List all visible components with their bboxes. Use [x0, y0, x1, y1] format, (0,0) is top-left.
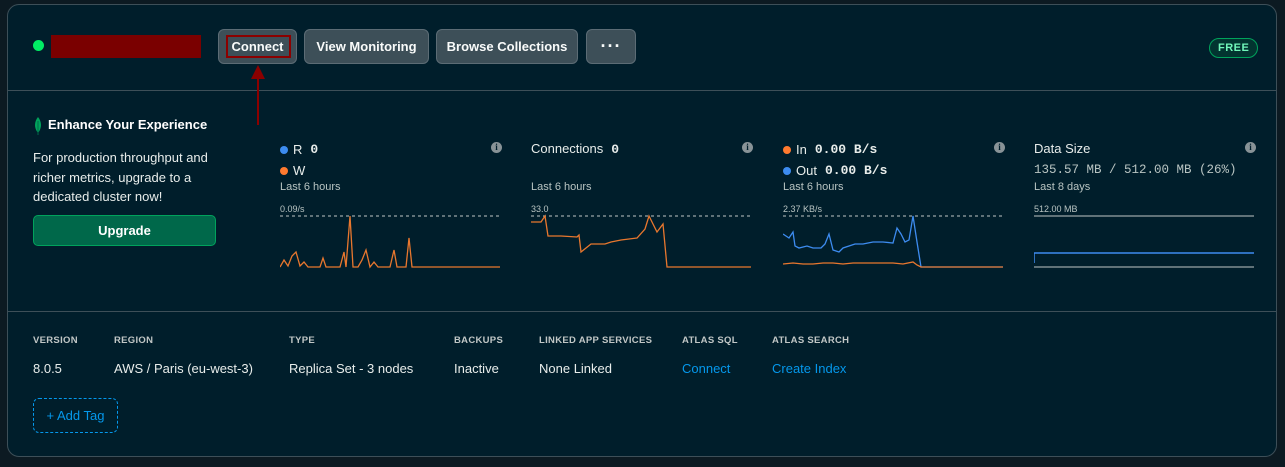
more-options-button[interactable]: ···	[586, 29, 636, 64]
in-legend: In 0.00 B/s	[783, 142, 877, 157]
connections-chart[interactable]: Connections 0 i Last 6 hours 33.0	[531, 140, 753, 275]
in-dot	[783, 145, 791, 154]
connections-sparkline	[531, 214, 751, 268]
detail-atlas-sql: ATLAS SQL Connect	[682, 335, 738, 376]
out-value: 0.00 B/s	[824, 163, 888, 178]
detail-backups: BACKUPS Inactive	[454, 335, 503, 376]
connections-legend: Connections 0	[531, 141, 619, 157]
detail-value: AWS / Paris (eu-west-3)	[114, 361, 253, 376]
promo-title: Enhance Your Experience	[48, 117, 208, 132]
data-size-chart[interactable]: Data Size i 135.57 MB / 512.00 MB (26%) …	[1034, 140, 1256, 275]
chart-period: Last 8 days	[1034, 181, 1091, 193]
read-legend: R 0	[280, 142, 318, 157]
detail-linked-app-services: LINKED APP SERVICES None Linked	[539, 335, 652, 376]
upgrade-button-label: Upgrade	[98, 223, 151, 238]
data-size-title: Data Size	[1034, 141, 1091, 156]
opcounters-chart[interactable]: R 0 W i Last 6 hours 0.09/s	[280, 140, 502, 275]
connections-value: 0	[611, 142, 620, 157]
read-label: R	[293, 142, 303, 157]
add-tag-button[interactable]: + Add Tag	[33, 398, 118, 433]
data-size-value: 135.57 MB / 512.00 MB (26%)	[1034, 163, 1237, 177]
chart-period: Last 6 hours	[783, 181, 844, 193]
chart-period: Last 6 hours	[531, 181, 592, 193]
out-label: Out	[796, 163, 817, 178]
status-indicator	[33, 40, 44, 51]
view-monitoring-button[interactable]: View Monitoring	[304, 29, 429, 64]
cluster-name-redacted	[51, 35, 201, 58]
opcounters-sparkline	[280, 215, 500, 269]
create-index-link[interactable]: Create Index	[772, 361, 849, 376]
add-tag-label: + Add Tag	[46, 408, 105, 423]
read-value: 0	[310, 142, 319, 157]
connections-title: Connections	[531, 141, 604, 156]
info-icon[interactable]: i	[994, 142, 1005, 153]
write-dot	[280, 166, 288, 175]
connect-highlight	[226, 35, 291, 58]
detail-label: ATLAS SQL	[682, 335, 738, 346]
network-sparkline	[783, 215, 1003, 268]
browse-collections-label: Browse Collections	[446, 39, 568, 54]
detail-atlas-search: ATLAS SEARCH Create Index	[772, 335, 849, 376]
in-label: In	[796, 142, 807, 157]
detail-label: LINKED APP SERVICES	[539, 335, 653, 346]
tier-badge: FREE	[1209, 38, 1259, 58]
mongodb-leaf-icon	[35, 117, 41, 135]
view-monitoring-label: View Monitoring	[316, 39, 417, 54]
info-icon[interactable]: i	[491, 142, 502, 153]
detail-value: 8.0.5	[33, 361, 62, 376]
detail-version: VERSION 8.0.5	[33, 335, 78, 376]
chart-period: Last 6 hours	[280, 181, 341, 193]
atlas-sql-connect-link[interactable]: Connect	[682, 361, 738, 376]
out-dot	[783, 166, 791, 175]
write-label: W	[293, 163, 306, 178]
out-legend: Out 0.00 B/s	[783, 163, 887, 178]
detail-value: None Linked	[539, 361, 612, 376]
info-icon[interactable]: i	[742, 142, 753, 153]
promo-text: For production throughput and richer met…	[33, 150, 208, 204]
cluster-card: Connect View Monitoring Browse Collectio…	[7, 4, 1277, 457]
data-size-sparkline	[1034, 215, 1254, 268]
connect-button[interactable]: Connect	[218, 29, 297, 64]
detail-type: TYPE Replica Set - 3 nodes	[289, 335, 413, 376]
detail-region: REGION AWS / Paris (eu-west-3)	[114, 335, 253, 376]
cluster-header: Connect View Monitoring Browse Collectio…	[8, 5, 1276, 91]
detail-value: Replica Set - 3 nodes	[289, 361, 414, 376]
detail-label: VERSION	[33, 335, 78, 346]
info-icon[interactable]: i	[1245, 142, 1256, 153]
in-value: 0.00 B/s	[814, 142, 878, 157]
detail-value: Inactive	[454, 361, 499, 376]
detail-label: TYPE	[289, 335, 316, 346]
more-icon: ···	[600, 36, 622, 56]
detail-label: REGION	[114, 335, 154, 346]
read-dot	[280, 145, 288, 154]
browse-collections-button[interactable]: Browse Collections	[436, 29, 578, 64]
upgrade-button[interactable]: Upgrade	[33, 215, 216, 246]
write-legend: W	[280, 163, 305, 178]
detail-label: ATLAS SEARCH	[772, 335, 850, 346]
network-chart[interactable]: In 0.00 B/s Out 0.00 B/s i Last 6 hours …	[783, 140, 1005, 275]
detail-label: BACKUPS	[454, 335, 504, 346]
